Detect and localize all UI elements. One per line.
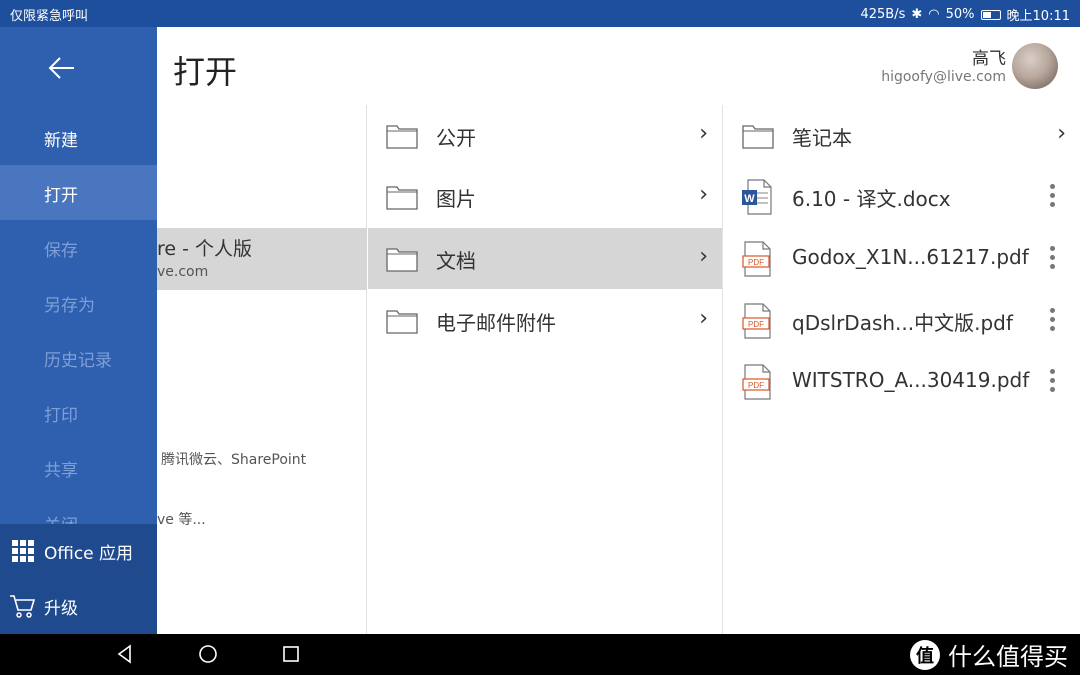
nav-item-label: 历史记录 [44,351,112,371]
file-row[interactable]: W 6.10 - 译文.docx [724,166,1080,227]
folder-row-pictures[interactable]: 图片 › [368,166,722,227]
pdf-icon: PDF [742,241,771,277]
folder-icon [742,125,774,149]
status-right: 425B/s ✱ ◠ 50% 晚上10:11 [860,5,1070,24]
folder-label: 笔记本 [792,126,852,150]
nav-item-label: 另存为 [44,296,95,316]
chevron-right-icon: › [699,121,708,146]
folder-icon [386,186,418,210]
nav-item-share: 共享 [0,440,157,495]
files-column: 笔记本 › W 6.10 - 译文.docx PDF Godox_X1N...6… [724,105,1080,634]
nav-item-save-as: 另存为 [0,275,157,330]
more-options-icon[interactable] [1050,184,1056,211]
nav-back-icon[interactable] [115,644,135,664]
nav-item-label: 关闭 [44,511,78,524]
folders-column: 公开 › 图片 › 文档 › 电子邮件附件 › [368,105,723,634]
file-label: WITSTRO_A...30419.pdf [792,368,1030,392]
side-navigation: 新建 打开 保存 另存为 历史记录 打印 共享 关闭 Office 应用 [0,27,157,634]
nav-item-close: 关闭 [0,495,157,524]
nav-item-print: 打印 [0,385,157,440]
folder-label: 公开 [436,126,476,150]
folder-label: 文档 [436,249,476,273]
folder-row-notebooks[interactable]: 笔记本 › [724,105,1080,166]
file-row[interactable]: PDF WITSTRO_A...30419.pdf [724,351,1080,412]
location-title: re - 个人版 [157,238,253,260]
more-options-icon[interactable] [1050,308,1056,335]
system-nav-bar: 值 什么值得买 [0,634,1080,675]
watermark: 值 什么值得买 [910,634,1068,675]
pdf-badge-text: PDF [748,381,764,390]
battery-percent: 50% [945,7,975,22]
wifi-icon: ◠ [928,7,940,22]
file-row[interactable]: PDF qDslrDash...中文版.pdf [724,290,1080,351]
watermark-badge: 值 [910,639,940,670]
file-label: 6.10 - 译文.docx [792,187,951,211]
more-options-icon[interactable] [1050,246,1056,273]
office-apps-label: Office 应用 [44,544,134,564]
file-label: Godox_X1N...61217.pdf [792,245,1029,269]
upgrade-label: 升级 [44,599,78,619]
status-left-text: 仅限紧急呼叫 [10,9,89,24]
folder-icon [386,125,418,149]
upgrade-button[interactable]: 升级 [0,579,157,634]
shopping-cart-icon [10,595,35,618]
page-title: 打开 [173,53,238,91]
network-speed: 425B/s [860,7,906,22]
header: 打开 高飞 higoofy@live.com [157,27,1080,105]
folder-label: 图片 [436,187,476,211]
office-apps-button[interactable]: Office 应用 [0,524,157,579]
folder-row-documents[interactable]: 文档 › [368,228,722,289]
nav-item-new[interactable]: 新建 [0,110,157,165]
nav-item-label: 保存 [44,241,78,261]
back-arrow-icon[interactable] [46,53,76,83]
nav-item-label: 共享 [44,461,78,481]
nav-home-icon[interactable] [198,644,218,664]
pdf-icon: PDF [742,364,771,400]
battery-icon [980,9,1001,20]
folder-icon [386,248,418,272]
status-bar: 仅限紧急呼叫 425B/s ✱ ◠ 50% 晚上10:11 [0,0,1080,27]
location-subtitle: ve.com [157,264,209,280]
pdf-icon: PDF [742,303,771,339]
clock: 晚上10:11 [1006,9,1070,24]
user-name[interactable]: 高飞 [972,44,1006,69]
pdf-badge-text: PDF [748,258,764,267]
folder-row-public[interactable]: 公开 › [368,105,722,166]
file-label: qDslrDash...中文版.pdf [792,311,1013,335]
chevron-right-icon: › [1057,121,1066,146]
file-row[interactable]: PDF Godox_X1N...61217.pdf [724,228,1080,289]
nav-item-open[interactable]: 打开 [0,165,157,220]
folder-label: 电子邮件附件 [436,311,556,335]
folder-icon [386,310,418,334]
word-doc-icon: W [742,179,772,215]
folder-row-email-attachments[interactable]: 电子邮件附件 › [368,290,722,351]
location-subtitle: ve 等... [157,512,206,528]
user-email[interactable]: higoofy@live.com [881,69,1006,85]
nav-item-label: 打印 [44,406,78,426]
more-options-icon[interactable] [1050,369,1056,396]
chevron-right-icon: › [699,182,708,207]
nav-item-label: 新建 [44,131,78,151]
watermark-text: 什么值得买 [948,643,1068,671]
nav-bottom: Office 应用 升级 [0,524,157,634]
nav-item-label: 打开 [44,186,78,206]
bluetooth-icon: ✱ [911,7,923,22]
app-grid-icon [12,540,34,562]
nav-item-save: 保存 [0,220,157,275]
chevron-right-icon: › [699,244,708,269]
svg-text:W: W [744,193,755,205]
avatar[interactable] [1012,43,1058,89]
nav-item-history: 历史记录 [0,330,157,385]
nav-recents-icon[interactable] [281,644,301,664]
chevron-right-icon: › [699,306,708,331]
pdf-badge-text: PDF [748,320,764,329]
location-subtitle: 腾讯微云、SharePoint [161,452,307,468]
